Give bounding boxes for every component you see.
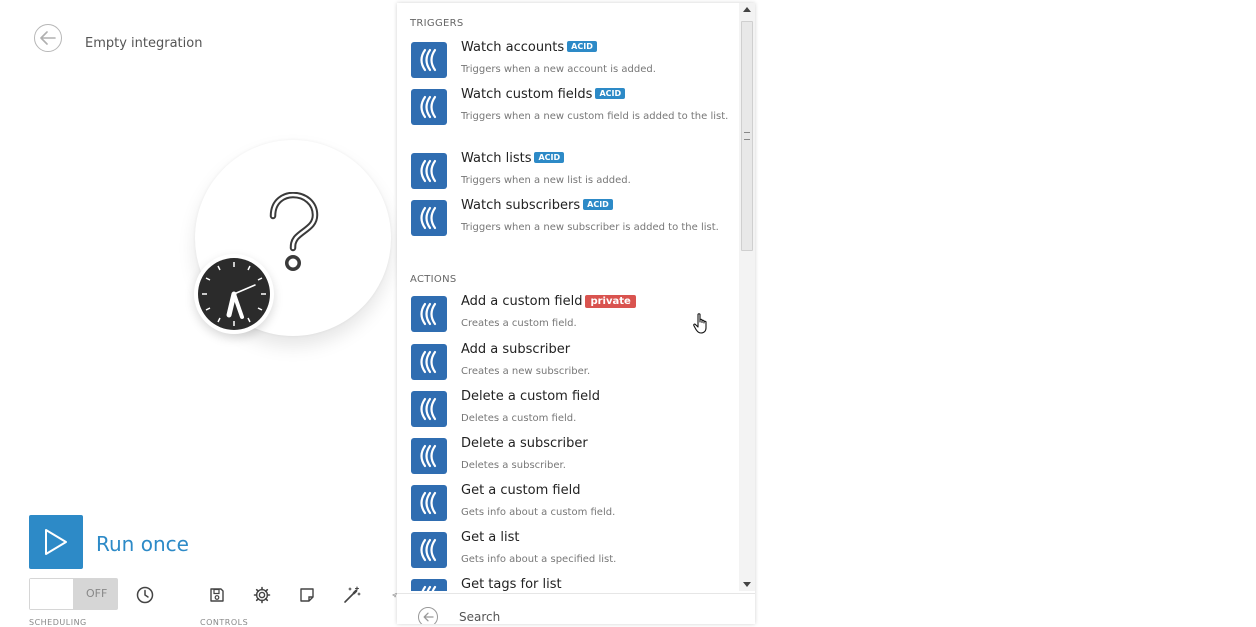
app-logo-icon [411,200,447,236]
module-name: Watch accounts ACID [461,40,597,55]
app-logo-icon [411,344,447,380]
actions-section-label: ACTIONS [410,274,457,285]
module-list-scrollbar[interactable] [739,3,755,591]
scheduling-toggle[interactable]: OFF [29,578,118,610]
module-name: Get tags for list [461,577,562,591]
scenario-title[interactable]: Empty integration [85,36,202,51]
run-once-label[interactable]: Run once [96,532,189,556]
module-name: Delete a custom field [461,389,601,404]
module-name: Delete a subscriber [461,436,588,451]
app-logo-icon [411,532,447,568]
module-name: Watch subscribers ACID [461,198,613,213]
module-name: Watch custom fields ACID [461,87,626,102]
search-back-button[interactable] [418,607,438,624]
module-name: Get a list [461,530,520,545]
magic-wand-icon [344,586,361,603]
gear-icon [253,586,271,604]
module-description: Triggers when a new subscriber is added … [461,222,719,233]
app-logo-icon [411,391,447,427]
app-logo-icon [411,438,447,474]
floppy-disk-icon [210,588,224,602]
module-name: Watch lists ACID [461,151,565,166]
settings-button[interactable] [245,578,279,612]
arrow-left-icon [40,31,56,45]
module-description: Triggers when a new list is added. [461,175,631,186]
app-logo-icon [411,89,447,125]
module-description: Deletes a subscriber. [461,460,566,471]
scrollbar-thumb[interactable] [741,21,753,251]
triggers-section-label: TRIGGERS [410,18,464,29]
app-logo-icon [411,153,447,189]
controls-section-label: CONTROLS [200,618,249,627]
question-mark-icon [269,192,319,271]
notes-button[interactable] [290,578,324,612]
clock-icon [198,258,270,330]
run-once-button[interactable] [29,515,83,569]
module-description: Triggers when a new account is added. [461,64,656,75]
scheduling-section-label: SCHEDULING [29,618,87,627]
module-description: Creates a new subscriber. [461,366,591,377]
module-name: Add a subscriber [461,342,571,357]
auto-align-button[interactable] [335,578,369,612]
module-description: Gets info about a custom field. [461,507,616,518]
module-description: Triggers when a new custom field is adde… [461,111,729,122]
module-name: Get a custom field [461,483,581,498]
hand-cursor-icon [693,313,707,334]
note-icon [300,588,314,602]
acid-badge: ACID [583,199,613,210]
app-logo-icon [411,485,447,521]
module-description: Creates a custom field. [461,318,577,329]
scroll-down-arrow[interactable] [743,582,751,587]
arrow-left-icon [423,612,434,622]
play-icon [45,529,67,555]
acid-badge: ACID [534,152,565,163]
app-logo-icon [411,579,447,591]
schedule-settings-button[interactable] [128,578,162,612]
search-input[interactable] [459,607,739,624]
clock-icon [136,586,154,604]
module-name: Add a custom field private [461,294,636,309]
toggle-state-label: OFF [86,587,108,600]
private-badge: private [585,295,636,308]
app-logo-icon [411,42,447,78]
acid-badge: ACID [567,41,597,52]
toggle-knob [30,579,73,609]
module-description: Gets info about a specified list. [461,554,617,565]
grip-icon [744,132,750,140]
schedule-clock-button[interactable] [194,254,274,334]
module-description: Deletes a custom field. [461,413,577,424]
save-button[interactable] [200,578,234,612]
flow-control-button[interactable] [380,578,397,612]
acid-badge: ACID [595,88,626,99]
back-button[interactable] [34,24,62,52]
scroll-up-arrow[interactable] [743,7,751,12]
module-list[interactable]: TRIGGERS Watch accounts ACID Triggers whe… [397,3,739,591]
search-bar [397,593,755,624]
app-logo-icon [411,296,447,332]
